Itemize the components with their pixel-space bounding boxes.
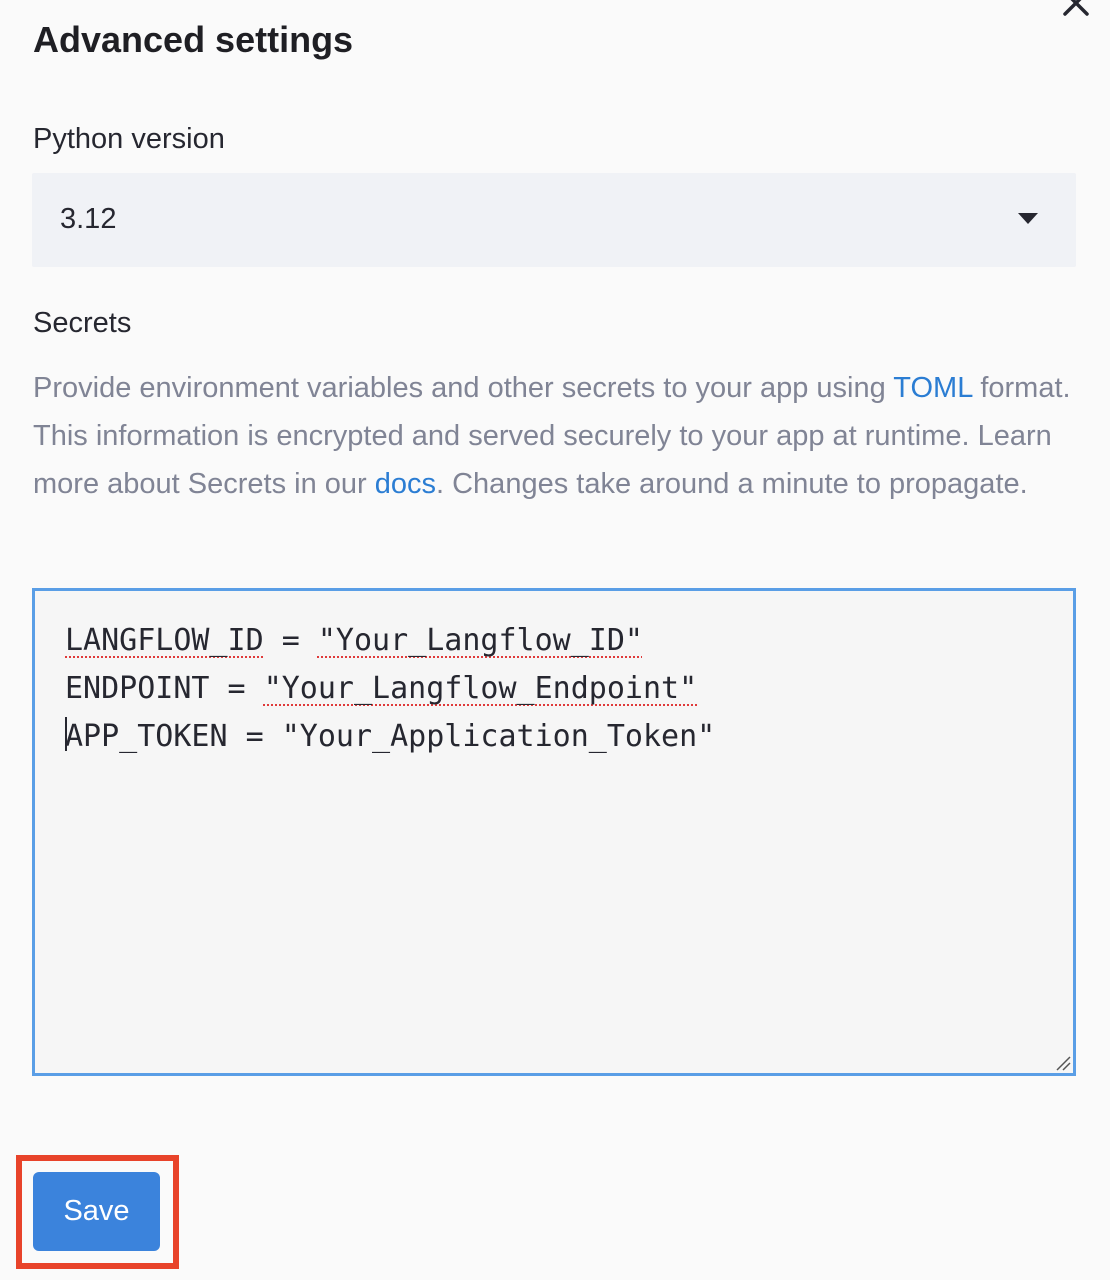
secret-separator: = [209, 671, 264, 706]
secrets-description-text-3: . Changes take around a minute to propag… [436, 468, 1028, 500]
secrets-label: Secrets [33, 307, 132, 339]
save-button[interactable]: Save [33, 1172, 160, 1251]
secret-value: "Your_Langflow_ID" [317, 623, 643, 658]
close-icon [1063, 0, 1089, 16]
secret-line: LANGFLOW_ID = "Your_Langflow_ID" [65, 617, 715, 665]
dialog-title: Advanced settings [33, 19, 354, 60]
secrets-description-text-1: Provide environment variables and other … [33, 372, 894, 404]
toml-link[interactable]: TOML [893, 372, 972, 404]
secret-key: ENDPOINT [65, 671, 210, 706]
secret-key: APP_TOKEN [65, 719, 228, 754]
secret-value: "Your_Langflow_Endpoint" [263, 671, 698, 706]
secret-value: "Your_Application_Token" [281, 719, 716, 754]
python-version-value: 3.12 [60, 203, 117, 235]
secret-key: LANGFLOW_ID [65, 623, 264, 658]
python-version-label: Python version [33, 123, 225, 155]
secret-line: APP_TOKEN = "Your_Application_Token" [65, 713, 715, 761]
secrets-description: Provide environment variables and other … [33, 364, 1078, 508]
resize-handle-icon[interactable] [1053, 1053, 1071, 1071]
secret-separator: = [263, 623, 318, 658]
secret-separator: = [227, 719, 282, 754]
secrets-textarea[interactable]: LANGFLOW_ID = "Your_Langflow_ID" ENDPOINT… [32, 588, 1076, 1076]
caret-down-icon [1018, 213, 1038, 224]
advanced-settings-dialog: Advanced settings Python version 3.12 Se… [0, 0, 1110, 1280]
secret-line: ENDPOINT = "Your_Langflow_Endpoint" [65, 665, 715, 713]
secrets-content: LANGFLOW_ID = "Your_Langflow_ID" ENDPOINT… [65, 617, 715, 761]
close-button[interactable] [1056, 0, 1096, 20]
python-version-select[interactable]: 3.12 [32, 173, 1076, 267]
docs-link[interactable]: docs [375, 468, 436, 500]
